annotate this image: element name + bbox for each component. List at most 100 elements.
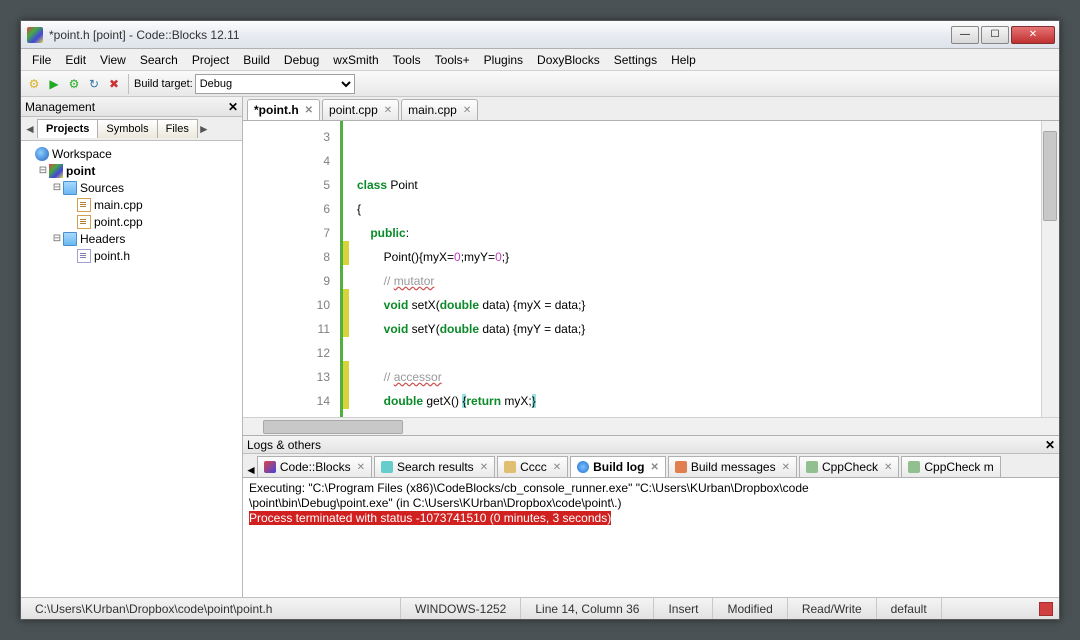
log-tab-cccc[interactable]: Cccc✕ — [497, 456, 568, 477]
horizontal-scrollbar[interactable] — [243, 417, 1059, 435]
codeblocks-icon — [264, 461, 276, 473]
cccc-icon — [504, 461, 516, 473]
folder-icon — [63, 232, 77, 246]
menu-view[interactable]: View — [93, 53, 133, 67]
editor-area: *point.h✕ point.cpp✕ main.cpp✕ 345678910… — [243, 97, 1059, 597]
scrollbar-thumb[interactable] — [263, 420, 403, 434]
log-tab-build-log[interactable]: Build log✕ — [570, 456, 666, 477]
tree-workspace[interactable]: Workspace — [23, 145, 240, 162]
status-path: C:\Users\KUrban\Dropbox\code\point\point… — [21, 598, 401, 619]
code-content[interactable]: class Point{ public: Point(){myX=0;myY=0… — [349, 121, 1041, 417]
management-tabs: ◄ Projects Symbols Files ► — [21, 117, 242, 141]
log-line: Executing: "C:\Program Files (x86)\CodeB… — [249, 481, 1053, 496]
vertical-scrollbar[interactable] — [1041, 121, 1059, 417]
log-line: \point\bin\Debug\point.exe" (in C:\Users… — [249, 496, 1053, 511]
status-profile: default — [877, 598, 942, 619]
rebuild-button[interactable]: ↻ — [85, 75, 103, 93]
editor-tabs: *point.h✕ point.cpp✕ main.cpp✕ — [243, 97, 1059, 121]
close-button[interactable]: ✕ — [1011, 26, 1055, 44]
run-button[interactable]: ▶ — [45, 75, 63, 93]
log-tab-build-messages[interactable]: Build messages✕ — [668, 456, 797, 477]
project-tree: Workspace ⊟point ⊟Sources main.cpp point… — [21, 141, 242, 597]
management-title: Management — [25, 100, 95, 114]
menu-tools[interactable]: Tools — [386, 53, 428, 67]
menu-wxsmith[interactable]: wxSmith — [326, 53, 385, 67]
menu-project[interactable]: Project — [185, 53, 236, 67]
close-icon[interactable]: ✕ — [357, 462, 365, 473]
cpp-file-icon — [77, 215, 91, 229]
log-tab-cppcheck[interactable]: CppCheck✕ — [799, 456, 899, 477]
close-icon[interactable]: ✕ — [305, 105, 313, 116]
project-icon — [49, 164, 63, 178]
logs-content[interactable]: Executing: "C:\Program Files (x86)\CodeB… — [243, 478, 1059, 597]
tree-project[interactable]: ⊟point — [37, 162, 240, 179]
build-messages-icon — [675, 461, 687, 473]
code-editor[interactable]: 3456789101112131415 class Point{ public:… — [243, 121, 1059, 417]
cppcheck-icon — [908, 461, 920, 473]
maximize-button[interactable]: ☐ — [981, 26, 1009, 44]
management-header: Management ✕ — [21, 97, 242, 117]
build-log-icon — [577, 461, 589, 473]
close-icon[interactable]: ✕ — [650, 462, 658, 473]
workspace-icon — [35, 147, 49, 161]
close-icon[interactable]: ✕ — [463, 105, 471, 116]
app-icon — [27, 27, 43, 43]
build-button[interactable]: ⚙ — [25, 75, 43, 93]
tab-scroll-left-icon[interactable]: ◄ — [245, 463, 257, 477]
status-bar: C:\Users\KUrban\Dropbox\code\point\point… — [21, 597, 1059, 619]
status-encoding: WINDOWS-1252 — [401, 598, 521, 619]
menu-search[interactable]: Search — [133, 53, 185, 67]
tab-files[interactable]: Files — [157, 119, 198, 138]
close-icon[interactable]: ✕ — [553, 462, 561, 473]
title-bar: *point.h [point] - Code::Blocks 12.11 — … — [21, 21, 1059, 49]
tree-sources-folder[interactable]: ⊟Sources — [51, 179, 240, 196]
close-icon[interactable]: ✕ — [384, 105, 392, 116]
menu-settings[interactable]: Settings — [607, 53, 664, 67]
status-readwrite: Read/Write — [788, 598, 877, 619]
menu-tools-plus[interactable]: Tools+ — [428, 53, 477, 67]
h-file-icon — [77, 249, 91, 263]
abort-button[interactable]: ✖ — [105, 75, 123, 93]
menu-edit[interactable]: Edit — [58, 53, 93, 67]
tree-headers-folder[interactable]: ⊟Headers — [51, 230, 240, 247]
close-icon[interactable]: ✕ — [480, 462, 488, 473]
tab-symbols[interactable]: Symbols — [97, 119, 157, 138]
logs-panel: Logs & others ✕ ◄ Code::Blocks✕ Search r… — [243, 435, 1059, 597]
build-target-label: Build target: — [134, 78, 193, 90]
menu-debug[interactable]: Debug — [277, 53, 326, 67]
tab-projects[interactable]: Projects — [37, 119, 98, 138]
tree-file-point-cpp[interactable]: point.cpp — [65, 213, 240, 230]
log-tab-codeblocks[interactable]: Code::Blocks✕ — [257, 456, 372, 477]
logs-close-icon[interactable]: ✕ — [1045, 438, 1055, 452]
scrollbar-thumb[interactable] — [1043, 131, 1057, 221]
editor-tab-point-h[interactable]: *point.h✕ — [247, 99, 320, 120]
build-run-button[interactable]: ⚙ — [65, 75, 83, 93]
build-target-select[interactable]: Debug — [195, 74, 355, 94]
log-tab-cppcheck-m[interactable]: CppCheck m — [901, 456, 1000, 477]
editor-tab-point-cpp[interactable]: point.cpp✕ — [322, 99, 399, 120]
tab-scroll-left-icon[interactable]: ◄ — [23, 122, 37, 136]
tab-scroll-right-icon[interactable]: ► — [197, 122, 211, 136]
menu-doxyblocks[interactable]: DoxyBlocks — [530, 53, 607, 67]
menu-bar: File Edit View Search Project Build Debu… — [21, 49, 1059, 71]
log-tab-search[interactable]: Search results✕ — [374, 456, 495, 477]
menu-build[interactable]: Build — [236, 53, 277, 67]
app-window: *point.h [point] - Code::Blocks 12.11 — … — [20, 20, 1060, 620]
search-icon — [381, 461, 393, 473]
close-icon[interactable]: ✕ — [884, 462, 892, 473]
tree-file-point-h[interactable]: point.h — [65, 247, 240, 264]
editor-tab-main-cpp[interactable]: main.cpp✕ — [401, 99, 478, 120]
cppcheck-icon — [806, 461, 818, 473]
status-indicator — [1033, 602, 1059, 616]
status-cursor-pos: Line 14, Column 36 — [521, 598, 654, 619]
management-close-icon[interactable]: ✕ — [228, 100, 238, 114]
red-indicator-icon — [1039, 602, 1053, 616]
menu-plugins[interactable]: Plugins — [477, 53, 530, 67]
menu-file[interactable]: File — [25, 53, 58, 67]
minimize-button[interactable]: — — [951, 26, 979, 44]
toolbar: ⚙ ▶ ⚙ ↻ ✖ Build target: Debug — [21, 71, 1059, 97]
close-icon[interactable]: ✕ — [782, 462, 790, 473]
menu-help[interactable]: Help — [664, 53, 703, 67]
status-modified: Modified — [713, 598, 787, 619]
tree-file-main-cpp[interactable]: main.cpp — [65, 196, 240, 213]
